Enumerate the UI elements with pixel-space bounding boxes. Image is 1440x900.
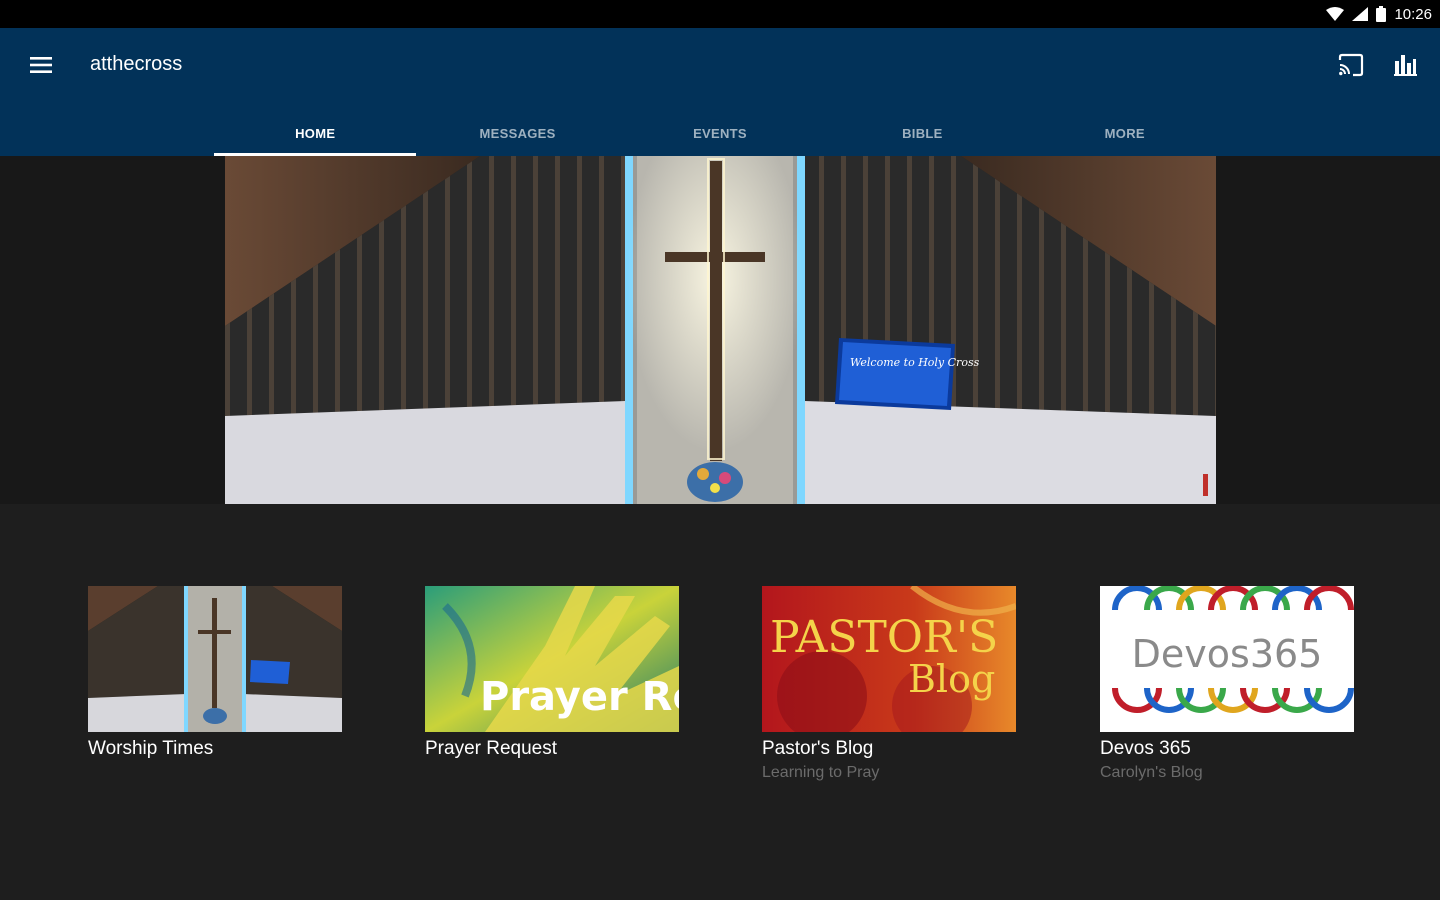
card-subtitle: Carolyn's Blog xyxy=(1100,764,1203,781)
hero-image[interactable]: Welcome to Holy Cross xyxy=(225,156,1216,504)
tab-messages[interactable]: MESSAGES xyxy=(416,110,618,156)
blog-image-subtitle: Blog xyxy=(908,657,995,701)
battery-icon xyxy=(1376,6,1387,22)
hamburger-menu-icon[interactable] xyxy=(26,50,56,80)
card-title: Worship Times xyxy=(88,738,214,759)
status-icons: 10:26 xyxy=(1326,4,1432,24)
card-prayer-request[interactable]: Prayer Request Prayer Request xyxy=(425,586,679,760)
hero-screen-text: Welcome to Holy Cross xyxy=(850,356,980,369)
feature-cards: Worship Times Prayer Request Prayer Requ… xyxy=(0,586,1440,806)
prayer-request-thumbnail: Prayer Request xyxy=(425,586,679,732)
card-worship-times[interactable]: Worship Times xyxy=(88,586,342,760)
tab-more[interactable]: MORE xyxy=(1024,110,1226,156)
wifi-icon xyxy=(1326,7,1345,21)
app-title: atthecross xyxy=(90,53,183,75)
worship-times-thumbnail xyxy=(88,586,342,732)
tab-home[interactable]: HOME xyxy=(214,110,417,156)
tab-bible[interactable]: BIBLE xyxy=(821,110,1023,156)
tab-events[interactable]: EVENTS xyxy=(619,110,821,156)
devos-365-thumbnail: Devos365 xyxy=(1100,586,1354,732)
stats-chart-icon[interactable] xyxy=(1388,48,1422,82)
card-pastors-blog[interactable]: PASTOR'S Blog Pastor's Blog Learning to … xyxy=(762,586,1016,782)
tab-bar: HOME MESSAGES EVENTS BIBLE MORE xyxy=(214,110,1226,156)
prayer-image-text: Prayer Request xyxy=(480,674,679,720)
app-bar: atthecross HOME MESSAGES EVENTS BIBLE MO… xyxy=(0,28,1440,156)
cast-icon[interactable] xyxy=(1334,48,1368,82)
status-time: 10:26 xyxy=(1394,5,1432,23)
pastors-blog-thumbnail: PASTOR'S Blog xyxy=(762,586,1016,732)
blog-image-title: PASTOR'S xyxy=(770,612,998,663)
card-title: Pastor's Blog xyxy=(762,738,874,759)
devos-image-text: Devos365 xyxy=(1132,632,1323,676)
signal-icon xyxy=(1352,7,1369,21)
card-title: Devos 365 xyxy=(1100,738,1191,759)
card-title: Prayer Request xyxy=(425,738,558,759)
card-subtitle: Learning to Pray xyxy=(762,764,880,781)
card-devos-365[interactable]: Devos365 Devos 365 Carolyn's Blog xyxy=(1100,586,1354,782)
status-bar: 10:26 xyxy=(0,0,1440,28)
